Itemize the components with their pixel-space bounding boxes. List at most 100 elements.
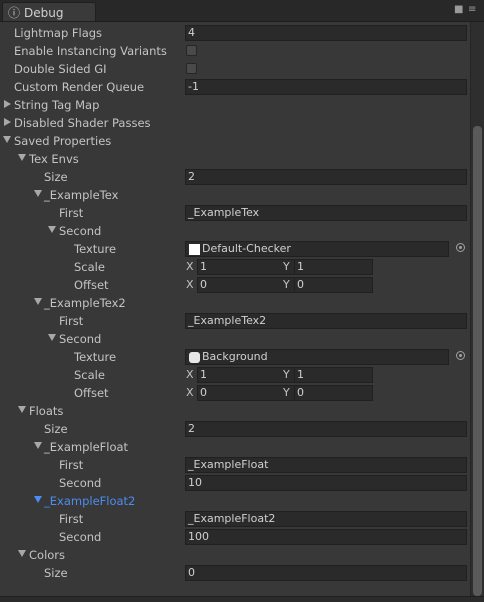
tab-debug[interactable]: ⓘ Debug: [2, 2, 96, 21]
row-floats-size: Size 2: [0, 420, 470, 438]
texture-thumbnail-icon: [189, 244, 200, 255]
tex-envs-size-field[interactable]: 2: [185, 169, 467, 185]
row-example-tex2[interactable]: _ExampleTex2: [0, 294, 470, 312]
scale-x-label: X: [186, 368, 194, 381]
collapse-down-icon[interactable]: [34, 190, 42, 197]
collapse-down-icon[interactable]: [34, 442, 42, 449]
colors-size-field[interactable]: 0: [185, 565, 467, 581]
scrollbar-thumb[interactable]: [473, 126, 482, 596]
example-float-second-label: Second: [59, 476, 102, 490]
example-float2-first-field[interactable]: _ExampleFloat2: [185, 511, 467, 527]
row-example-float2-first: First _ExampleFloat2: [0, 510, 470, 528]
example-tex-first-field[interactable]: _ExampleTex: [185, 205, 467, 221]
collapse-down-icon[interactable]: [34, 496, 42, 503]
row-example-tex2-second[interactable]: Second: [0, 330, 470, 348]
row-disabled-shader-passes[interactable]: Disabled Shader Passes: [0, 114, 470, 132]
collapse-down-icon[interactable]: [48, 226, 56, 233]
example-tex2-first-field[interactable]: _ExampleTex2: [185, 313, 467, 329]
row-example-tex-first: First _ExampleTex: [0, 204, 470, 222]
row-example-tex[interactable]: _ExampleTex: [0, 186, 470, 204]
row-floats[interactable]: Floats: [0, 402, 470, 420]
vertical-scrollbar[interactable]: [470, 22, 484, 598]
example-tex-scale-label: Scale: [74, 260, 105, 274]
floats-size-label: Size: [44, 422, 68, 436]
lightmap-flags-field[interactable]: 4: [185, 25, 467, 41]
example-tex-label: _ExampleTex: [44, 188, 119, 202]
offset-y-field[interactable]: 0: [294, 277, 373, 293]
colors-size-label: Size: [44, 566, 68, 580]
expand-right-icon[interactable]: [4, 100, 11, 108]
row-tex-envs-size: Size 2: [0, 168, 470, 186]
offset-y-label: Y: [283, 278, 290, 291]
debug-icon: ⓘ: [8, 6, 21, 20]
row-example-float2[interactable]: _ExampleFloat2: [0, 492, 470, 510]
example-float2-second-field[interactable]: 100: [185, 529, 467, 545]
scale-y-label: Y: [283, 260, 290, 273]
collapse-down-icon[interactable]: [48, 334, 56, 341]
collapse-down-icon[interactable]: [3, 136, 11, 143]
menu-icon[interactable]: ≡: [468, 4, 476, 15]
example-tex-first-label: First: [59, 206, 84, 220]
texture-thumbnail-icon: [189, 352, 200, 363]
row-example-tex-second[interactable]: Second: [0, 222, 470, 240]
tex-envs-label: Tex Envs: [29, 152, 79, 166]
floats-size-field[interactable]: 2: [185, 421, 467, 437]
lightmap-flags-label: Lightmap Flags: [14, 26, 103, 40]
example-tex2-offset-label: Offset: [74, 386, 109, 400]
collapse-down-icon[interactable]: [34, 298, 42, 305]
object-picker-icon[interactable]: [456, 351, 465, 360]
collapse-down-icon[interactable]: [18, 550, 26, 557]
double-sided-gi-label: Double Sided GI: [14, 62, 107, 76]
floats-label: Floats: [29, 404, 64, 418]
bottom-bar: [0, 596, 484, 602]
example-tex2-texture-label: Texture: [74, 350, 117, 364]
example-float2-second-label: Second: [59, 530, 102, 544]
row-example-tex2-texture: Texture Background: [0, 348, 470, 366]
row-tex-envs[interactable]: Tex Envs: [0, 150, 470, 168]
custom-render-queue-label: Custom Render Queue: [14, 80, 145, 94]
collapse-down-icon[interactable]: [18, 154, 26, 161]
double-sided-gi-checkbox[interactable]: [186, 63, 197, 74]
saved-properties-label: Saved Properties: [14, 134, 112, 148]
offset-x-label: X: [186, 278, 194, 291]
row-example-tex-texture: Texture Default-Checker: [0, 240, 470, 258]
example-tex2-label: _ExampleTex2: [44, 296, 126, 310]
lock-icon[interactable]: ■: [454, 4, 463, 15]
scale-x-label: X: [186, 260, 194, 273]
example-tex2-first-label: First: [59, 314, 84, 328]
example-float2-first-label: First: [59, 512, 84, 526]
colors-label: Colors: [29, 548, 66, 562]
row-example-tex-offset: Offset X 0 Y 0: [0, 276, 470, 294]
row-string-tag-map[interactable]: String Tag Map: [0, 96, 470, 114]
object-picker-icon[interactable]: [456, 243, 465, 252]
collapse-down-icon[interactable]: [18, 406, 26, 413]
row-example-float[interactable]: _ExampleFloat: [0, 438, 470, 456]
example-tex-second-label: Second: [59, 224, 102, 238]
tab-debug-label: Debug: [24, 6, 64, 20]
row-example-tex2-offset: Offset X 0 Y 0: [0, 384, 470, 402]
example-tex-offset-label: Offset: [74, 278, 109, 292]
row-example-float2-second: Second 100: [0, 528, 470, 546]
row-colors-size: Size 0: [0, 564, 470, 582]
example-tex2-scale-label: Scale: [74, 368, 105, 382]
row-saved-properties[interactable]: Saved Properties: [0, 132, 470, 150]
row-example-tex-scale: Scale X 1 Y 1: [0, 258, 470, 276]
scale-y-field[interactable]: 1: [294, 367, 373, 383]
example-float-second-field[interactable]: 10: [185, 475, 467, 491]
example-tex2-texture-field[interactable]: Background: [185, 349, 449, 365]
row-colors[interactable]: Colors: [0, 546, 470, 564]
scale-y-field[interactable]: 1: [294, 259, 373, 275]
example-float-first-field[interactable]: _ExampleFloat: [185, 457, 467, 473]
custom-render-queue-field[interactable]: -1: [185, 79, 467, 95]
example-tex-texture-field[interactable]: Default-Checker: [185, 241, 449, 257]
example-float-first-label: First: [59, 458, 84, 472]
enable-instancing-checkbox[interactable]: [186, 45, 197, 56]
row-enable-instancing: Enable Instancing Variants: [0, 42, 470, 60]
offset-y-field[interactable]: 0: [294, 385, 373, 401]
example-float-label: _ExampleFloat: [44, 440, 129, 454]
expand-right-icon[interactable]: [4, 118, 11, 126]
row-example-float-first: First _ExampleFloat: [0, 456, 470, 474]
example-float2-label: _ExampleFloat2: [44, 494, 136, 508]
example-tex-texture-label: Texture: [74, 242, 117, 256]
scale-y-label: Y: [283, 368, 290, 381]
